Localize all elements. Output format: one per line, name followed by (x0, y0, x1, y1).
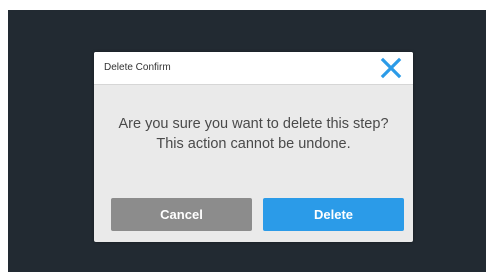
cancel-button[interactable]: Cancel (111, 198, 252, 231)
close-icon[interactable] (380, 57, 402, 79)
dialog-title: Delete Confirm (104, 62, 171, 73)
delete-button[interactable]: Delete (263, 198, 404, 231)
delete-confirm-dialog: Delete Confirm Are you sure you want to … (94, 52, 413, 242)
confirm-message: Are you sure you want to delete this ste… (118, 116, 389, 152)
dialog-header: Delete Confirm (94, 52, 413, 85)
